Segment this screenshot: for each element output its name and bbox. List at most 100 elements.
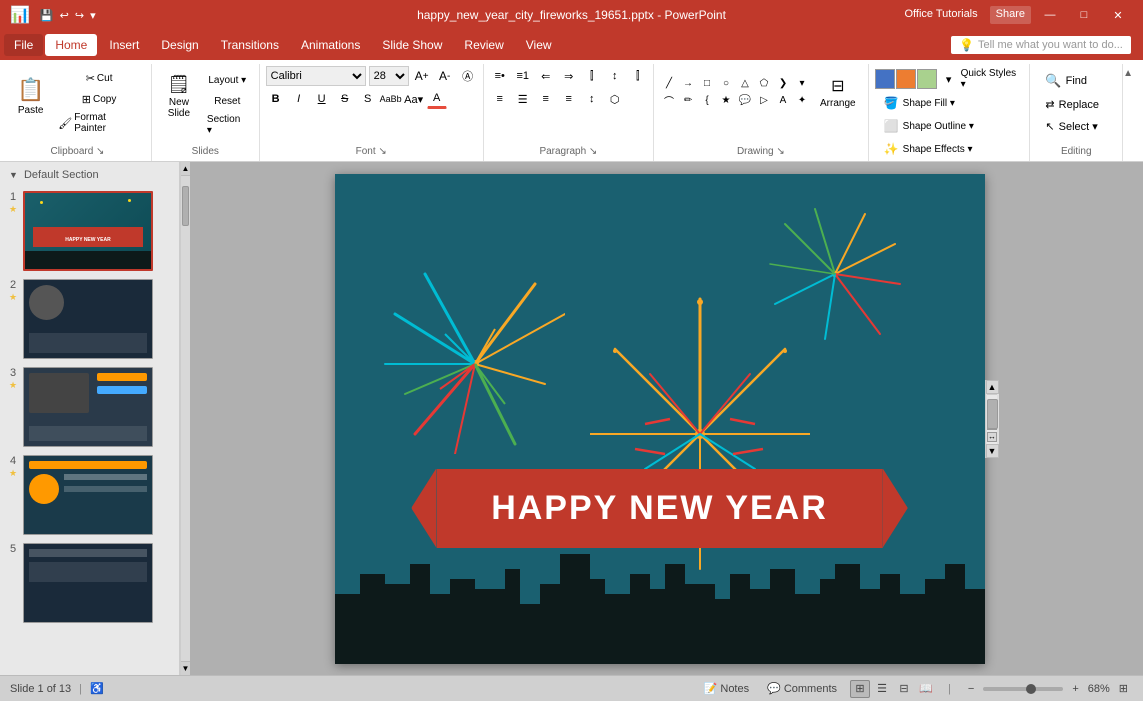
- undo-icon[interactable]: ↩: [60, 9, 69, 22]
- notes-button[interactable]: 📝 Notes: [699, 680, 754, 697]
- menu-file[interactable]: File: [4, 34, 43, 56]
- scroll-down-arrow[interactable]: ▼: [181, 661, 190, 675]
- canvas-scroll-up[interactable]: ▲: [986, 380, 999, 394]
- shape-outline-button[interactable]: ⬜ Shape Outline ▾: [875, 116, 1024, 136]
- italic-button[interactable]: I: [289, 89, 309, 109]
- layout-button[interactable]: Layout ▾: [202, 70, 253, 90]
- zoom-slider-thumb[interactable]: [1026, 684, 1036, 694]
- decrease-indent-button[interactable]: ⇐: [536, 66, 556, 86]
- scroll-up-arrow[interactable]: ▲: [181, 162, 190, 176]
- zoom-slider[interactable]: [983, 687, 1063, 691]
- zoom-in-button[interactable]: +: [1067, 681, 1083, 697]
- save-icon[interactable]: 💾: [40, 9, 54, 22]
- menu-view[interactable]: View: [516, 34, 562, 56]
- share-button[interactable]: Share: [990, 6, 1031, 24]
- help-search[interactable]: 💡 Tell me what you want to do...: [951, 36, 1131, 54]
- align-left-button[interactable]: ≡: [490, 89, 510, 109]
- decrease-font-button[interactable]: A-: [435, 66, 455, 86]
- strikethrough-button[interactable]: S: [335, 89, 355, 109]
- find-button[interactable]: 🔍 Find: [1036, 70, 1116, 92]
- clear-format-button[interactable]: Ⓐ: [458, 66, 478, 86]
- smallcaps-button[interactable]: AaBb: [381, 89, 401, 109]
- shape-effects-button[interactable]: ✨ Shape Effects ▾: [875, 139, 1024, 159]
- increase-font-button[interactable]: A+: [412, 66, 432, 86]
- slide-thumb-4[interactable]: [23, 455, 153, 535]
- shape-arrow[interactable]: →: [679, 76, 697, 92]
- scroll-thumb[interactable]: [182, 186, 189, 226]
- quick-styles-dropdown[interactable]: ▾: [939, 69, 959, 89]
- minimize-button[interactable]: —: [1035, 6, 1065, 24]
- justify-button[interactable]: ≡: [559, 89, 579, 109]
- shape-pentagon[interactable]: ⬠: [755, 76, 773, 92]
- shape-extra[interactable]: ✦: [793, 93, 811, 109]
- style-swatch-2[interactable]: [896, 69, 916, 89]
- new-slide-button[interactable]: 🗒 NewSlide: [158, 66, 200, 126]
- format-painter-button[interactable]: 🖌 Format Painter: [53, 110, 145, 136]
- columns-button[interactable]: ⫿: [582, 66, 602, 86]
- style-swatch-3[interactable]: [917, 69, 937, 89]
- slide-item-2[interactable]: 2 ★: [5, 277, 174, 361]
- line-spacing-button[interactable]: ↕: [582, 89, 602, 109]
- bullets-button[interactable]: ≡•: [490, 66, 510, 86]
- ribbon-collapse-button[interactable]: ▲: [1123, 68, 1139, 79]
- replace-button[interactable]: ⇄ Replace: [1036, 95, 1116, 114]
- bold-button[interactable]: B: [266, 89, 286, 109]
- text-direction-button[interactable]: ↕: [605, 66, 625, 86]
- shape-action[interactable]: ▷: [755, 93, 773, 109]
- menu-home[interactable]: Home: [45, 34, 97, 56]
- numbering-button[interactable]: ≡1: [513, 66, 533, 86]
- maximize-button[interactable]: □: [1069, 6, 1099, 24]
- shape-callout[interactable]: 💬: [736, 93, 754, 109]
- reset-button[interactable]: Reset: [202, 91, 253, 111]
- close-button[interactable]: ✕: [1103, 6, 1133, 24]
- slide-thumb-1[interactable]: HAPPY NEW YEAR: [23, 191, 153, 271]
- shape-triangle[interactable]: △: [736, 76, 754, 92]
- redo-icon[interactable]: ↪: [75, 9, 84, 22]
- section-collapse-icon[interactable]: ▼: [9, 170, 18, 180]
- accessibility-icon[interactable]: ♿: [90, 682, 104, 695]
- select-button[interactable]: ↖ Select ▾: [1036, 117, 1116, 136]
- menu-transitions[interactable]: Transitions: [211, 34, 289, 56]
- outline-view-button[interactable]: ☰: [872, 680, 892, 698]
- menu-insert[interactable]: Insert: [99, 34, 149, 56]
- cut-button[interactable]: ✂ Cut: [53, 68, 145, 88]
- increase-indent-button[interactable]: ⇒: [559, 66, 579, 86]
- slide-item-5[interactable]: 5: [5, 541, 174, 625]
- menu-animations[interactable]: Animations: [291, 34, 370, 56]
- arrange-button[interactable]: ⊟ Arrange: [813, 66, 863, 118]
- help-search-text[interactable]: Tell me what you want to do...: [978, 39, 1123, 51]
- shape-brace[interactable]: {: [698, 93, 716, 109]
- slide-thumb-2[interactable]: [23, 279, 153, 359]
- slide-sorter-button[interactable]: ⊟: [894, 680, 914, 698]
- underline-button[interactable]: U: [312, 89, 332, 109]
- font-color-button[interactable]: A: [427, 89, 447, 109]
- menu-review[interactable]: Review: [454, 34, 513, 56]
- canvas-scroll-thumb[interactable]: [987, 399, 998, 429]
- style-swatch-1[interactable]: [875, 69, 895, 89]
- align-center-button[interactable]: ☰: [513, 89, 533, 109]
- menu-design[interactable]: Design: [151, 34, 208, 56]
- slide-canvas[interactable]: HAPPY NEW YEAR: [335, 174, 985, 664]
- font-face-select[interactable]: Calibri: [266, 66, 366, 86]
- align-right-button[interactable]: ≡: [536, 89, 556, 109]
- slide-thumb-3[interactable]: [23, 367, 153, 447]
- shape-chevron[interactable]: ❯: [774, 76, 792, 92]
- slide-item-1[interactable]: 1 ★ HAPPY NEW YEAR: [5, 189, 174, 273]
- comments-button[interactable]: 💬 Comments: [762, 680, 842, 697]
- menu-slideshow[interactable]: Slide Show: [372, 34, 452, 56]
- shape-oval[interactable]: ○: [717, 76, 735, 92]
- paste-button[interactable]: 📋 Paste: [10, 66, 51, 126]
- shape-textbox[interactable]: A: [774, 93, 792, 109]
- reading-view-button[interactable]: 📖: [916, 680, 936, 698]
- shape-more[interactable]: ▾: [793, 76, 811, 92]
- slide-item-4[interactable]: 4 ★: [5, 453, 174, 537]
- shadow-button[interactable]: S: [358, 89, 378, 109]
- section-button[interactable]: Section ▾: [202, 112, 253, 138]
- slide-thumb-5[interactable]: [23, 543, 153, 623]
- shape-rect[interactable]: □: [698, 76, 716, 92]
- shape-curve[interactable]: ⌒: [660, 93, 678, 109]
- slide-item-3[interactable]: 3 ★: [5, 365, 174, 449]
- office-tutorials-label[interactable]: Office Tutorials: [896, 6, 985, 24]
- canvas-scroll-down[interactable]: ▼: [986, 444, 999, 458]
- normal-view-button[interactable]: ⊞: [850, 680, 870, 698]
